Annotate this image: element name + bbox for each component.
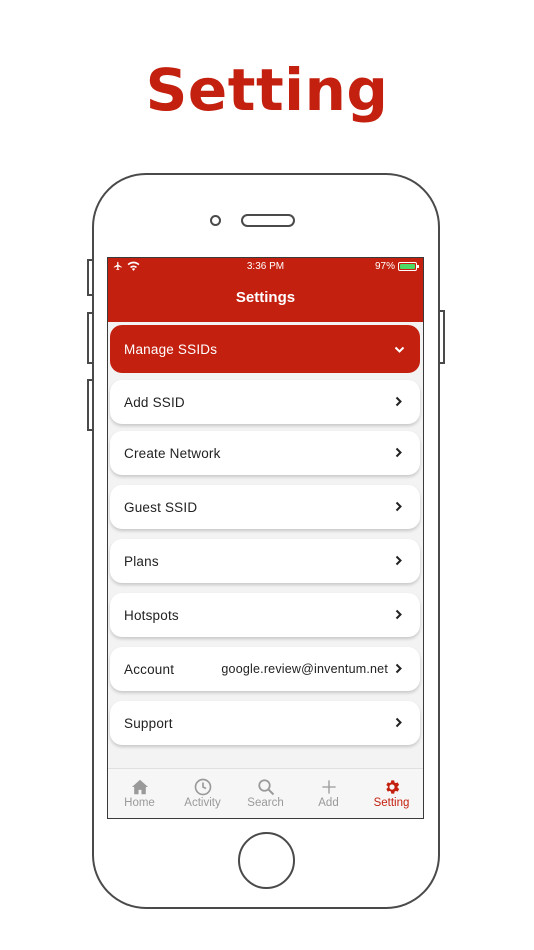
menu-item-label: Account (124, 661, 175, 677)
menu-item-hotspots[interactable]: Hotspots (110, 593, 420, 637)
tab-label: Home (124, 797, 155, 809)
tab-home[interactable]: Home (108, 769, 171, 818)
tab-label: Activity (184, 797, 221, 809)
home-icon (108, 778, 171, 796)
menu-item-plans[interactable]: Plans (110, 539, 420, 583)
status-bar: 3:36 PM 97% (108, 260, 423, 274)
search-icon (234, 778, 297, 796)
tab-label: Add (318, 797, 339, 809)
chevron-right-icon (394, 662, 404, 677)
menu-item-add-ssid[interactable]: Add SSID (110, 380, 420, 424)
menu-item-create-network[interactable]: Create Network (110, 431, 420, 475)
menu-item-label: Support (124, 715, 173, 731)
account-email: google.review@inventum.net (221, 662, 388, 676)
front-camera (210, 215, 221, 226)
menu-item-manage-ssids[interactable]: Manage SSIDs (110, 325, 420, 373)
chevron-right-icon (394, 395, 404, 410)
battery-percent: 97% (374, 261, 395, 272)
menu-item-account[interactable]: Account google.review@inventum.net (110, 647, 420, 691)
menu-item-label: Manage SSIDs (124, 341, 218, 357)
mute-switch (87, 259, 94, 296)
chevron-down-icon (394, 342, 405, 357)
battery-icon (398, 262, 419, 271)
gear-icon (360, 778, 423, 796)
page-title: Settings (235, 289, 296, 306)
phone-screen: 3:36 PM 97% Settings Manage SSIDs Add SSI… (107, 257, 424, 819)
volume-up-button (87, 312, 94, 364)
power-button (438, 310, 445, 364)
tab-setting[interactable]: Setting (360, 769, 423, 818)
clock-icon (171, 778, 234, 796)
tab-search[interactable]: Search (234, 769, 297, 818)
menu-item-label: Add SSID (124, 394, 185, 410)
app-header: 3:36 PM 97% Settings (108, 258, 423, 322)
tab-label: Setting (373, 797, 410, 809)
bottom-tab-bar: Home Activity Search Add Setting (108, 768, 423, 818)
volume-down-button (87, 379, 94, 431)
promo-title: Setting (145, 56, 389, 124)
menu-item-label: Guest SSID (124, 499, 198, 515)
battery-level (400, 264, 415, 269)
tab-label: Search (247, 797, 284, 809)
menu-item-label: Create Network (124, 445, 221, 461)
chevron-right-icon (394, 500, 404, 515)
chevron-right-icon (394, 716, 404, 731)
plus-icon (297, 778, 360, 796)
home-button (238, 832, 295, 889)
menu-item-label: Plans (124, 553, 159, 569)
tab-add[interactable]: Add (297, 769, 360, 818)
earpiece-speaker (241, 214, 295, 227)
menu-item-label: Hotspots (124, 607, 179, 623)
tab-activity[interactable]: Activity (171, 769, 234, 818)
chevron-right-icon (394, 446, 404, 461)
menu-item-guest-ssid[interactable]: Guest SSID (110, 485, 420, 529)
menu-item-support[interactable]: Support (110, 701, 420, 745)
chevron-right-icon (394, 608, 404, 623)
chevron-right-icon (394, 554, 404, 569)
